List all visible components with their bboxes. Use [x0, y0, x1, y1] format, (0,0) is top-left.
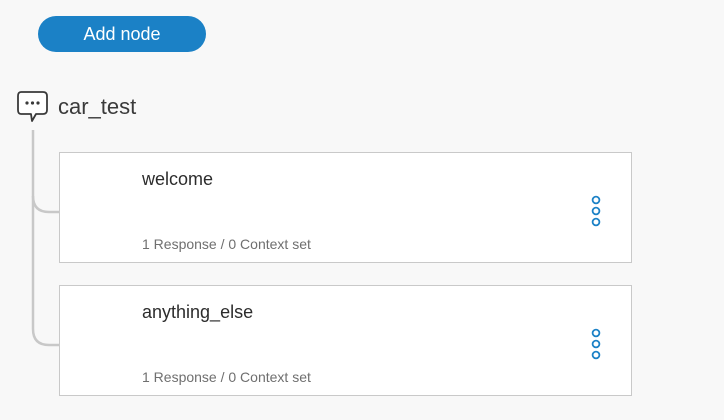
dialog-node-card[interactable]: anything_else 1 Response / 0 Context set — [59, 285, 632, 396]
skill-header: car_test — [17, 90, 136, 124]
overflow-menu-vertical-icon[interactable] — [588, 327, 604, 361]
node-meta: 1 Response / 0 Context set — [142, 236, 311, 252]
add-node-button[interactable]: Add node — [38, 16, 206, 52]
node-title: anything_else — [142, 302, 254, 322]
dialog-node-card[interactable]: welcome 1 Response / 0 Context set — [59, 152, 632, 263]
overflow-menu-vertical-icon[interactable] — [588, 194, 604, 228]
chat-bubble-icon — [17, 91, 48, 122]
node-title: welcome — [142, 169, 214, 189]
skill-title: car_test — [58, 94, 137, 119]
dialog-tree-page: Add node car_test welcome 1 Response / 0… — [0, 0, 724, 420]
node-meta: 1 Response / 0 Context set — [142, 369, 311, 385]
